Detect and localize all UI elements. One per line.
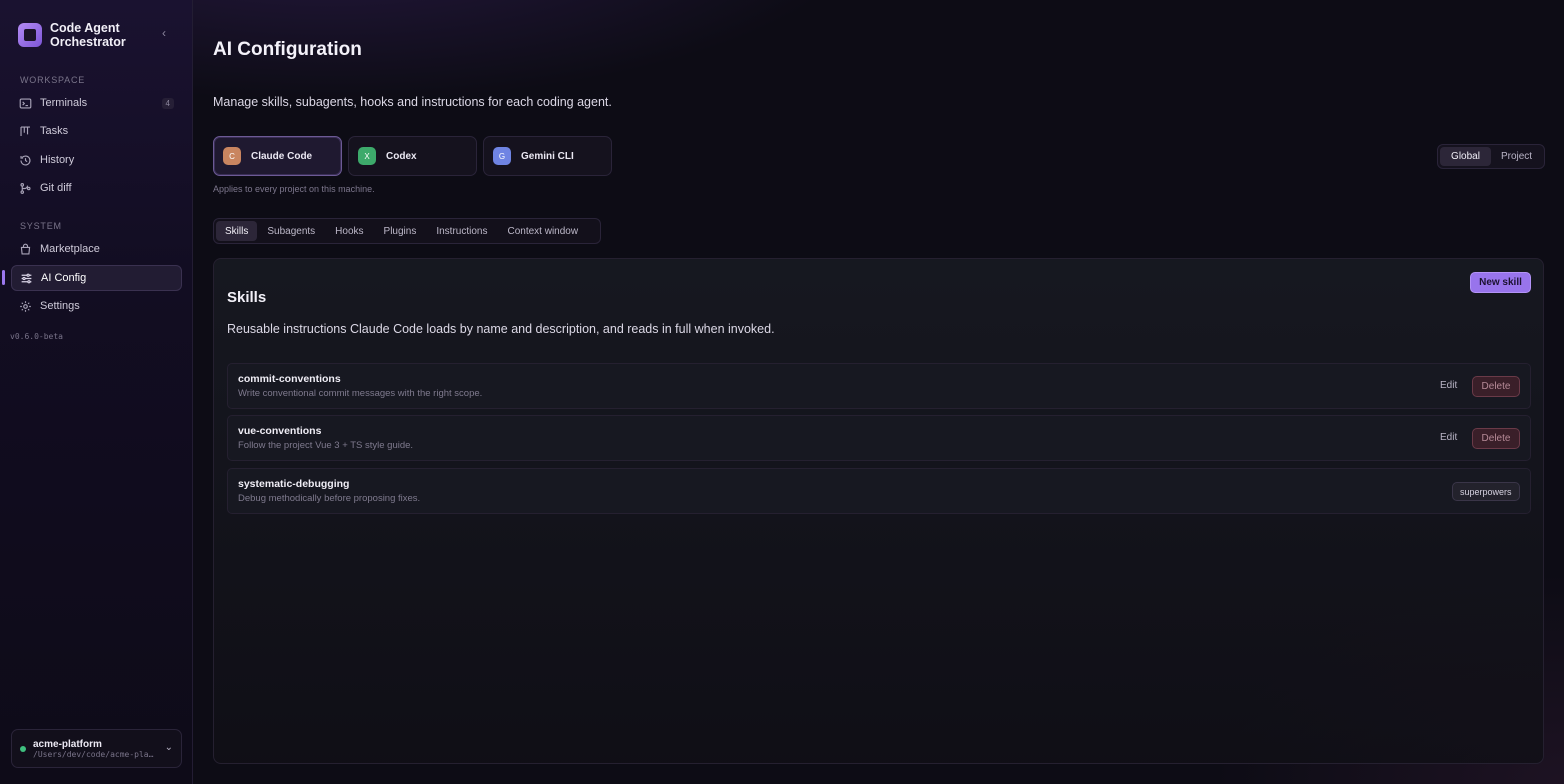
delete-skill-button[interactable]: Delete: [1472, 428, 1520, 449]
skill-name: systematic-debugging: [238, 478, 350, 490]
sidebar-item-history[interactable]: History: [11, 147, 182, 173]
gemini-cli-avatar-icon: G: [493, 147, 511, 165]
sidebar-item-marketplace[interactable]: Marketplace: [11, 236, 182, 262]
git-icon: [19, 182, 32, 195]
sidebar-item-label: Terminals: [40, 97, 88, 109]
skills-panel-title: Skills: [227, 289, 267, 306]
sidebar-item-label: History: [40, 154, 75, 166]
terminal-icon: [19, 97, 32, 110]
scope-option-project[interactable]: Project: [1491, 147, 1542, 166]
main-content: AI Configuration Manage skills, subagent…: [193, 0, 1564, 784]
app-logo-icon: [18, 23, 42, 47]
sidebar-item-label: Settings: [40, 300, 80, 312]
skill-description: Follow the project Vue 3 + TS style guid…: [238, 440, 414, 451]
brand[interactable]: Code Agent Orchestrator: [18, 21, 150, 49]
collapse-sidebar-icon[interactable]: ‹: [157, 26, 171, 40]
skill-description: Debug methodically before proposing fixe…: [238, 493, 421, 504]
agent-card-codex[interactable]: X Codex: [348, 136, 477, 176]
app-title: Code Agent Orchestrator: [50, 21, 126, 49]
project-path: /Users/dev/code/acme-platform: [33, 750, 158, 759]
system-section-label: SYSTEM: [20, 221, 62, 231]
agent-label: Claude Code: [251, 150, 313, 162]
config-tabs: Skills Subagents Hooks Plugins Instructi…: [213, 218, 601, 244]
new-skill-button[interactable]: New skill: [1470, 272, 1531, 293]
sidebar-item-ai-config[interactable]: AI Config: [11, 265, 182, 291]
agent-card-gemini-cli[interactable]: G Gemini CLI: [483, 136, 612, 176]
tab-skills[interactable]: Skills: [216, 221, 258, 241]
agent-card-claude-code[interactable]: C Claude Code: [213, 136, 342, 176]
skill-name: vue-conventions: [238, 425, 322, 437]
terminals-count-badge: 4: [161, 97, 174, 109]
workspace-section-label: WORKSPACE: [20, 75, 86, 85]
sidebar-item-label: Marketplace: [40, 243, 100, 255]
kanban-icon: [19, 125, 32, 138]
scope-toggle: Global Project: [1437, 144, 1545, 169]
page-title: AI Configuration: [213, 39, 362, 60]
tab-hooks[interactable]: Hooks: [325, 221, 373, 241]
codex-avatar-icon: X: [358, 147, 376, 165]
gear-icon: [19, 300, 32, 313]
project-switcher[interactable]: acme-platform /Users/dev/code/acme-platf…: [11, 729, 182, 768]
project-name: acme-platform: [33, 739, 102, 750]
skill-row[interactable]: systematic-debugging Debug methodically …: [227, 468, 1531, 514]
skill-description: Write conventional commit messages with …: [238, 388, 483, 399]
skills-panel: Skills Reusable instructions Claude Code…: [213, 258, 1544, 764]
skills-panel-description: Reusable instructions Claude Code loads …: [227, 322, 775, 336]
tab-instructions[interactable]: Instructions: [426, 221, 497, 241]
app-version: v0.6.0-beta: [10, 332, 63, 341]
tab-context-window[interactable]: Context window: [497, 221, 588, 241]
sidebar-item-settings[interactable]: Settings: [11, 293, 182, 319]
sidebar-item-label: Git diff: [40, 182, 72, 194]
agent-label: Gemini CLI: [521, 150, 574, 162]
edit-skill-button[interactable]: Edit: [1440, 380, 1457, 391]
sidebar-item-tasks[interactable]: Tasks: [11, 118, 182, 144]
active-nav-indicator: [2, 270, 5, 285]
skill-source-badge: superpowers: [1452, 482, 1520, 501]
agent-label: Codex: [386, 150, 417, 162]
skill-row[interactable]: commit-conventions Write conventional co…: [227, 363, 1531, 409]
tab-plugins[interactable]: Plugins: [374, 221, 427, 241]
skill-name: commit-conventions: [238, 373, 341, 385]
sidebar-item-terminals[interactable]: Terminals 4: [11, 90, 182, 116]
page-subtitle: Manage skills, subagents, hooks and inst…: [213, 95, 612, 109]
delete-skill-button[interactable]: Delete: [1472, 376, 1520, 397]
scope-option-global[interactable]: Global: [1440, 147, 1491, 166]
edit-skill-button[interactable]: Edit: [1440, 432, 1457, 443]
history-icon: [19, 154, 32, 167]
skill-row[interactable]: vue-conventions Follow the project Vue 3…: [227, 415, 1531, 461]
sidebar: Code Agent Orchestrator ‹ WORKSPACE Term…: [0, 0, 193, 784]
sliders-icon: [20, 272, 33, 285]
shopping-bag-icon: [19, 243, 32, 256]
chevron-down-icon: ⌄: [164, 742, 173, 753]
scope-hint: Applies to every project on this machine…: [213, 184, 375, 194]
sidebar-item-label: AI Config: [41, 272, 87, 284]
project-status-dot: [20, 746, 26, 752]
sidebar-item-git-diff[interactable]: Git diff: [11, 175, 182, 201]
tab-subagents[interactable]: Subagents: [257, 221, 325, 241]
claude-code-avatar-icon: C: [223, 147, 241, 165]
sidebar-item-label: Tasks: [40, 125, 69, 137]
